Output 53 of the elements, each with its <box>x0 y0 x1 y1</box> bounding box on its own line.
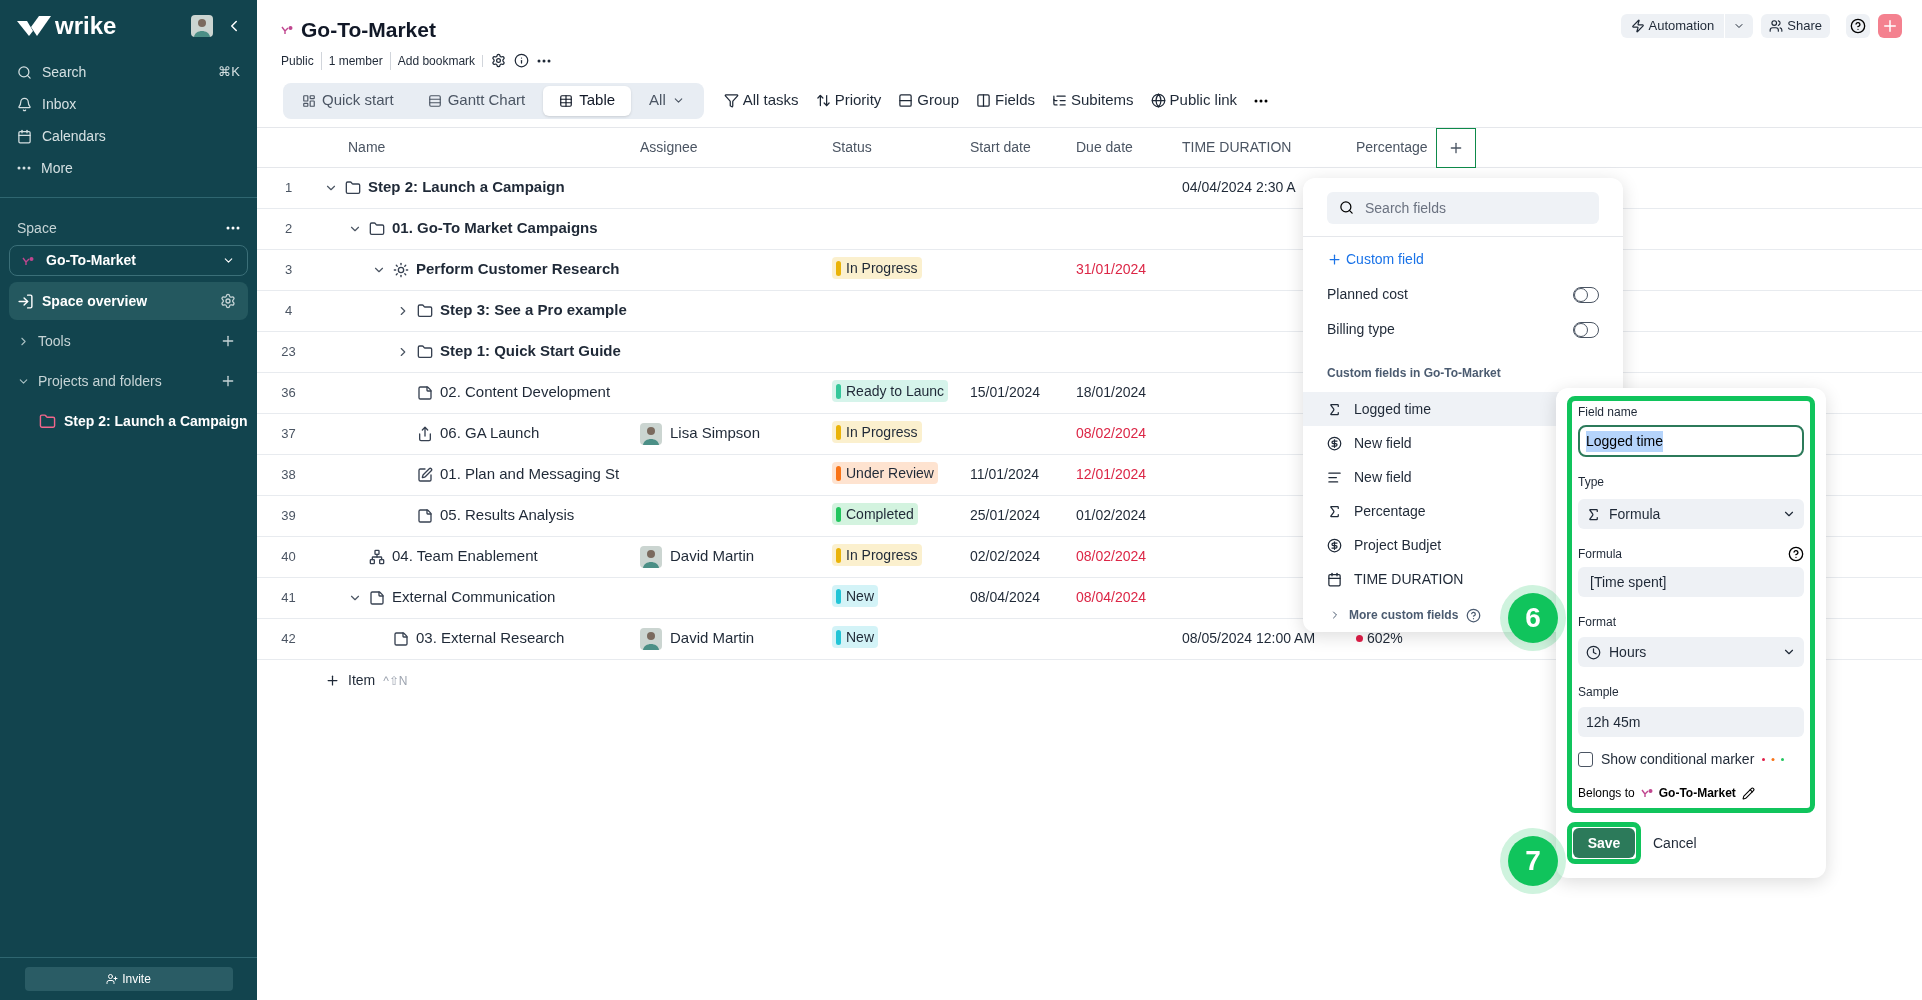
sidebar-item-label: Step 2: Launch a Campaign <box>64 411 248 431</box>
toggle-label: Billing type <box>1327 320 1395 339</box>
percentage-value: 602% <box>1367 629 1403 648</box>
step-badge: 7 <box>1500 828 1566 894</box>
due-date: 18/01/2024 <box>1075 383 1148 402</box>
belongs-label: Belongs to <box>1578 785 1635 802</box>
field-label: Type <box>1578 474 1605 491</box>
start-date: 08/04/2024 <box>969 588 1042 607</box>
row-number: 42 <box>280 629 297 648</box>
assignee-name: Lisa Simpson <box>670 423 761 444</box>
row-number: 39 <box>280 506 297 525</box>
field-label: Sample <box>1578 684 1620 701</box>
due-date: 08/02/2024 <box>1075 547 1148 566</box>
due-date: 12/01/2024 <box>1075 465 1148 484</box>
row-number: 36 <box>280 383 297 402</box>
field-label: Formula <box>1578 546 1622 563</box>
due-date: 31/01/2024 <box>1075 260 1148 279</box>
row-number: 2 <box>283 219 294 238</box>
section-heading: Custom fields in Go-To-Market <box>1327 365 1502 382</box>
sidebar-item-label: Space overview <box>42 291 149 311</box>
selected-text: Logged time <box>1586 430 1664 452</box>
assignee-name: David Martin <box>670 628 755 649</box>
field-label: Format <box>1578 614 1617 631</box>
step-badge: 6 <box>1500 585 1566 651</box>
start-date: 15/01/2024 <box>969 383 1042 402</box>
logo-text: wrike <box>55 14 117 38</box>
start-date: 11/01/2024 <box>969 465 1041 484</box>
checkbox-label: Show conditional marker <box>1601 750 1755 769</box>
sidebar-item-label: Projects and folders <box>38 371 163 391</box>
row-number: 37 <box>280 424 297 443</box>
row-number: 3 <box>283 260 294 279</box>
section-label: Space <box>17 218 57 238</box>
time-duration: 04/04/2024 2:30 A <box>1181 178 1297 197</box>
start-date: 25/01/2024 <box>969 506 1042 525</box>
row-number: 1 <box>283 178 294 197</box>
due-date: 08/04/2024 <box>1075 588 1148 607</box>
space-name: Go-To-Market <box>1658 785 1736 802</box>
toggle-label: Planned cost <box>1327 285 1408 304</box>
due-date: 01/02/2024 <box>1075 506 1148 525</box>
sample-field: 12h 45m <box>1578 707 1804 737</box>
row-number: 38 <box>280 465 297 484</box>
row-number: 40 <box>280 547 297 566</box>
shortcut-hint: ⌘K <box>218 63 240 82</box>
row-number: 41 <box>280 588 297 607</box>
page-title: Go-To-Market <box>301 17 436 43</box>
sidebar-item-label: Tools <box>38 331 72 351</box>
due-date: 08/02/2024 <box>1075 424 1148 443</box>
assignee-name: David Martin <box>670 546 755 567</box>
shortcut-hint: ^⇧N <box>383 672 408 690</box>
row-number: 4 <box>283 301 294 320</box>
row-number: 23 <box>280 342 297 361</box>
time-duration: 08/05/2024 12:00 AM <box>1181 629 1317 648</box>
start-date: 02/02/2024 <box>969 547 1042 566</box>
